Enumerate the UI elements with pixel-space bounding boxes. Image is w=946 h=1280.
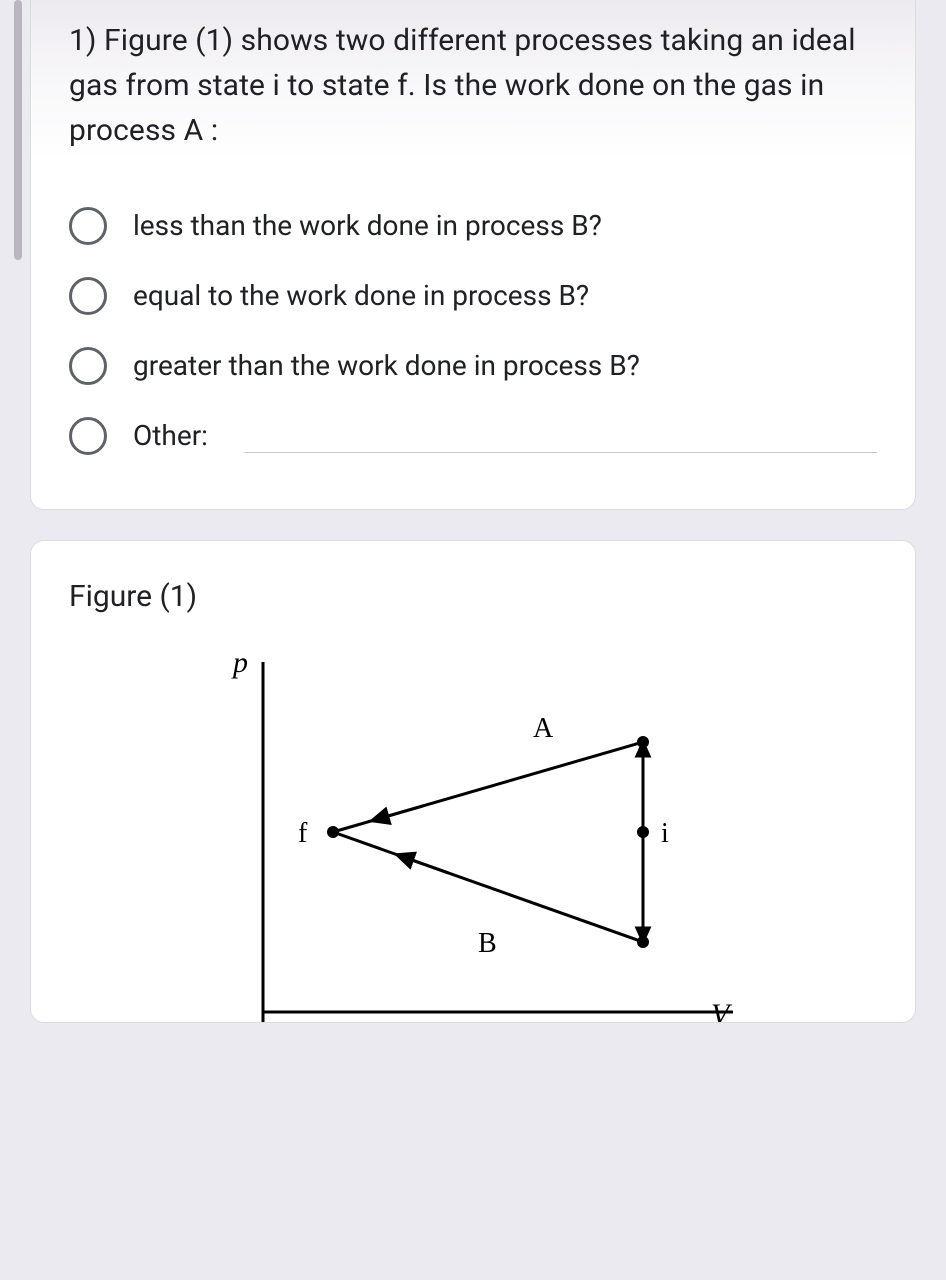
- option-label: equal to the work done in process B?: [133, 276, 589, 315]
- question-text: 1) Figure (1) shows two different proces…: [69, 18, 877, 153]
- radio-icon[interactable]: [69, 277, 107, 315]
- option-row[interactable]: less than the work done in process B?: [69, 191, 877, 261]
- option-row-other[interactable]: Other:: [69, 401, 877, 471]
- path-b-label: B: [478, 928, 497, 959]
- pv-diagram: p V f i A B: [213, 642, 733, 1022]
- figure-card: Figure (1) p V f: [30, 540, 916, 1023]
- option-row[interactable]: greater than the work done in process B?: [69, 331, 877, 401]
- point-i-mid: [637, 826, 649, 838]
- figure-title: Figure (1): [69, 579, 877, 614]
- x-axis-label: V: [711, 998, 733, 1022]
- option-label: less than the work done in process B?: [133, 206, 602, 245]
- option-label: Other:: [133, 416, 208, 455]
- radio-icon[interactable]: [69, 207, 107, 245]
- path-a-label: A: [533, 713, 554, 744]
- point-i-label: i: [661, 818, 669, 849]
- figure-wrap: p V f i A B: [69, 642, 877, 1022]
- option-row[interactable]: equal to the work done in process B?: [69, 261, 877, 331]
- option-label: greater than the work done in process B?: [133, 346, 640, 385]
- radio-icon[interactable]: [69, 417, 107, 455]
- radio-icon[interactable]: [69, 347, 107, 385]
- path-b-arrow: [398, 855, 448, 873]
- path-b-line: [333, 832, 643, 942]
- options-group: less than the work done in process B? eq…: [69, 191, 877, 471]
- y-axis-label: p: [231, 646, 248, 679]
- question-card: 1) Figure (1) shows two different proces…: [30, 0, 916, 510]
- point-f-label: f: [298, 818, 308, 849]
- other-text-input[interactable]: [244, 419, 877, 453]
- path-a-arrow: [373, 806, 423, 821]
- scroll-indicator[interactable]: [14, 0, 22, 260]
